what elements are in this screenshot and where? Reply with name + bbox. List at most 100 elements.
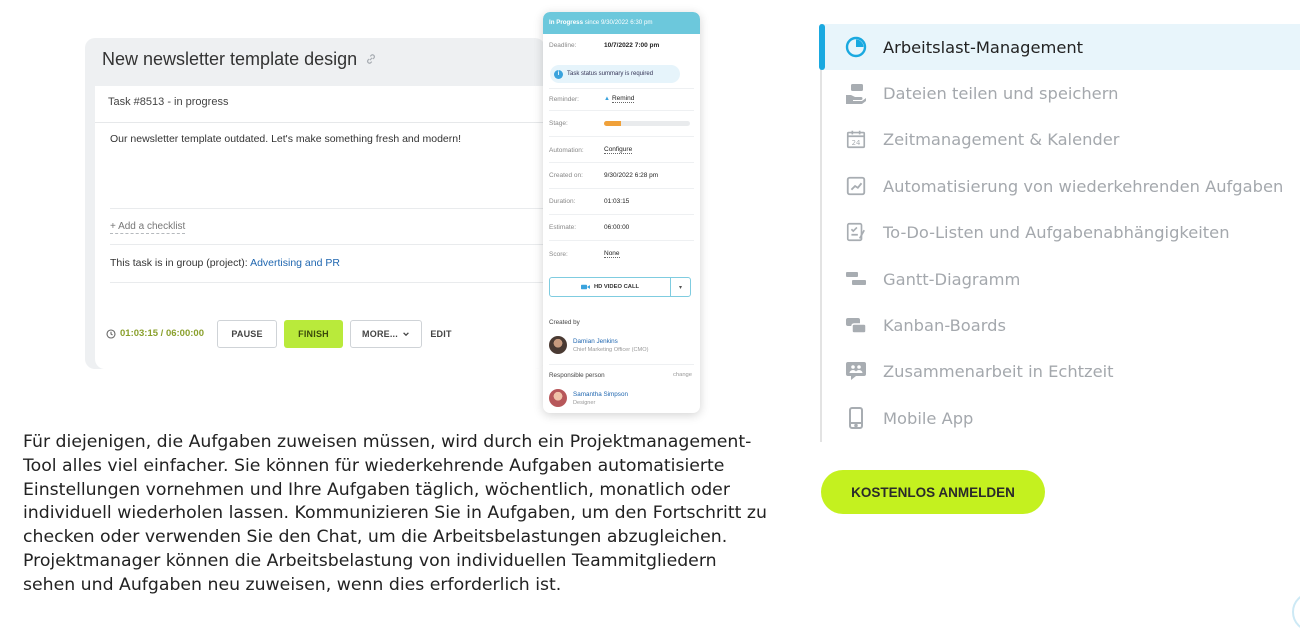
- file-share-icon: [843, 80, 869, 106]
- mobile-icon: [843, 405, 869, 431]
- video-call-dropdown[interactable]: ▾: [670, 278, 690, 296]
- task-header: Task #8513 - in progress: [95, 86, 545, 123]
- stage-progress-bar[interactable]: [604, 121, 690, 126]
- more-button[interactable]: MORE...: [350, 320, 422, 348]
- created-row: Created on: 9/30/2022 6:28 pm: [549, 172, 694, 179]
- timer-value: 01:03:15 / 06:00:00: [120, 328, 204, 339]
- created-label: Created on:: [549, 172, 583, 179]
- divider: [549, 110, 694, 111]
- feature-label: Dateien teilen und speichern: [883, 83, 1119, 103]
- feature-item-automation[interactable]: Automatisierung von wiederkehrenden Aufg…: [822, 163, 1300, 209]
- duration-row: Duration: 01:03:15: [549, 198, 694, 205]
- deadline-label: Deadline:: [549, 42, 577, 49]
- score-label: Score:: [549, 250, 568, 258]
- divider: [110, 282, 545, 283]
- creator[interactable]: Damian Jenkins Chief Marketing Officer (…: [549, 336, 648, 354]
- responsible-name[interactable]: Samantha Simpson: [573, 390, 628, 399]
- avatar: [549, 389, 567, 407]
- feature-label: Automatisierung von wiederkehrenden Aufg…: [883, 176, 1284, 196]
- avatar: [549, 336, 567, 354]
- pause-button[interactable]: PAUSE: [217, 320, 277, 348]
- group-prefix: This task is in group (project):: [110, 257, 248, 269]
- svg-text:24: 24: [852, 139, 861, 147]
- reminder-label: Reminder:: [549, 95, 579, 103]
- feature-item-mobile[interactable]: Mobile App: [822, 395, 1300, 441]
- feature-label: Zeitmanagement & Kalender: [883, 129, 1120, 149]
- status-since: since 9/30/2022 6:30 pm: [584, 19, 653, 26]
- deadline-value[interactable]: 10/7/2022 7:00 pm: [604, 42, 659, 49]
- feature-label: Zusammenarbeit in Echtzeit: [883, 361, 1114, 381]
- divider: [549, 214, 694, 215]
- duration-value: 01:03:15: [604, 198, 630, 205]
- gantt-icon: [843, 266, 869, 292]
- info-icon: i: [554, 69, 563, 79]
- workload-gauge-icon: [843, 34, 869, 60]
- group-link[interactable]: Advertising and PR: [250, 257, 340, 269]
- task-body: Task #8513 - in progress Our newsletter …: [95, 86, 545, 369]
- creator-role: Chief Marketing Officer (CMO): [573, 346, 649, 353]
- feature-item-todo[interactable]: To-Do-Listen und Aufgabenabhängigkeiten: [822, 209, 1300, 255]
- chat-widget-button[interactable]: [1292, 592, 1300, 632]
- feature-label: Arbeitslast-Management: [883, 37, 1084, 57]
- info-pill: i Task status summary is required: [550, 65, 680, 83]
- stage-label: Stage:: [549, 120, 568, 127]
- feature-label: Gantt-Diagramm: [883, 269, 1021, 289]
- divider: [549, 162, 694, 163]
- feature-item-kanban[interactable]: Kanban-Boards: [822, 302, 1300, 348]
- responsible-role: Designer: [573, 399, 596, 406]
- features-nav: Arbeitslast-Management Dateien teilen un…: [819, 24, 1300, 442]
- divider: [549, 88, 694, 89]
- score-value[interactable]: None: [604, 250, 620, 258]
- mobile-task-panel: In Progress since 9/30/2022 6:30 pm Dead…: [543, 12, 700, 413]
- change-link[interactable]: change: [673, 372, 692, 378]
- feature-label: To-Do-Listen und Aufgabenabhängigkeiten: [883, 222, 1230, 242]
- responsible-info: Samantha Simpson Designer: [573, 390, 628, 407]
- responsible-person[interactable]: Samantha Simpson Designer: [549, 389, 628, 407]
- creator-info: Damian Jenkins Chief Marketing Officer (…: [573, 337, 648, 354]
- divider: [110, 208, 545, 209]
- divider: [549, 240, 694, 241]
- bell-icon: ▲: [604, 96, 610, 102]
- configure-link[interactable]: Configure: [604, 146, 633, 154]
- task-group-line: This task is in group (project): Adverti…: [110, 257, 340, 269]
- status-header: In Progress since 9/30/2022 6:30 pm: [543, 12, 700, 34]
- feature-label: Mobile App: [883, 408, 974, 428]
- add-checklist-link[interactable]: + Add a checklist: [110, 220, 186, 234]
- task-title: New newsletter template design: [102, 49, 358, 69]
- remind-link[interactable]: Remind: [611, 95, 635, 103]
- stage-row: Stage:: [549, 120, 694, 127]
- video-call-main[interactable]: HD VIDEO CALL: [550, 284, 670, 290]
- clock-icon: [106, 328, 116, 339]
- divider: [549, 364, 694, 365]
- deadline-row: Deadline: 10/7/2022 7:00 pm: [549, 42, 694, 49]
- score-row: Score: None: [549, 250, 694, 258]
- status-label: In Progress: [549, 19, 584, 26]
- feature-item-workload[interactable]: Arbeitslast-Management: [819, 24, 1300, 70]
- feature-label: Kanban-Boards: [883, 315, 1006, 335]
- automation-chart-icon: [843, 173, 869, 199]
- collaboration-icon: [843, 358, 869, 384]
- task-title-row: New newsletter template design: [102, 49, 379, 70]
- created-by-label: Created by: [549, 319, 580, 326]
- creator-name[interactable]: Damian Jenkins: [573, 337, 648, 346]
- feature-item-calendar[interactable]: 24 Zeitmanagement & Kalender: [822, 116, 1300, 162]
- estimate-label: Estimate:: [549, 224, 577, 231]
- edit-button[interactable]: EDIT: [425, 320, 457, 348]
- estimate-value: 06:00:00: [604, 224, 630, 231]
- video-camera-icon: [580, 284, 590, 290]
- automation-label: Automation:: [549, 146, 584, 154]
- feature-item-gantt[interactable]: Gantt-Diagramm: [822, 256, 1300, 302]
- feature-item-files[interactable]: Dateien teilen und speichern: [822, 70, 1300, 116]
- task-timer: 01:03:15 / 06:00:00: [106, 328, 204, 339]
- chevron-down-icon: [402, 330, 410, 338]
- checklist-icon: [843, 219, 869, 245]
- reminder-row: Reminder: ▲ Remind: [549, 95, 694, 103]
- info-pill-text: Task status summary is required: [567, 71, 654, 77]
- feature-item-collaboration[interactable]: Zusammenarbeit in Echtzeit: [822, 348, 1300, 394]
- video-call-label: HD VIDEO CALL: [593, 284, 640, 290]
- signup-free-button[interactable]: KOSTENLOS ANMELDEN: [821, 470, 1045, 514]
- link-icon[interactable]: [365, 53, 379, 67]
- responsible-label: Responsible person: [549, 372, 605, 379]
- hd-video-call-button[interactable]: HD VIDEO CALL ▾: [549, 277, 691, 297]
- finish-button[interactable]: FINISH: [284, 320, 343, 348]
